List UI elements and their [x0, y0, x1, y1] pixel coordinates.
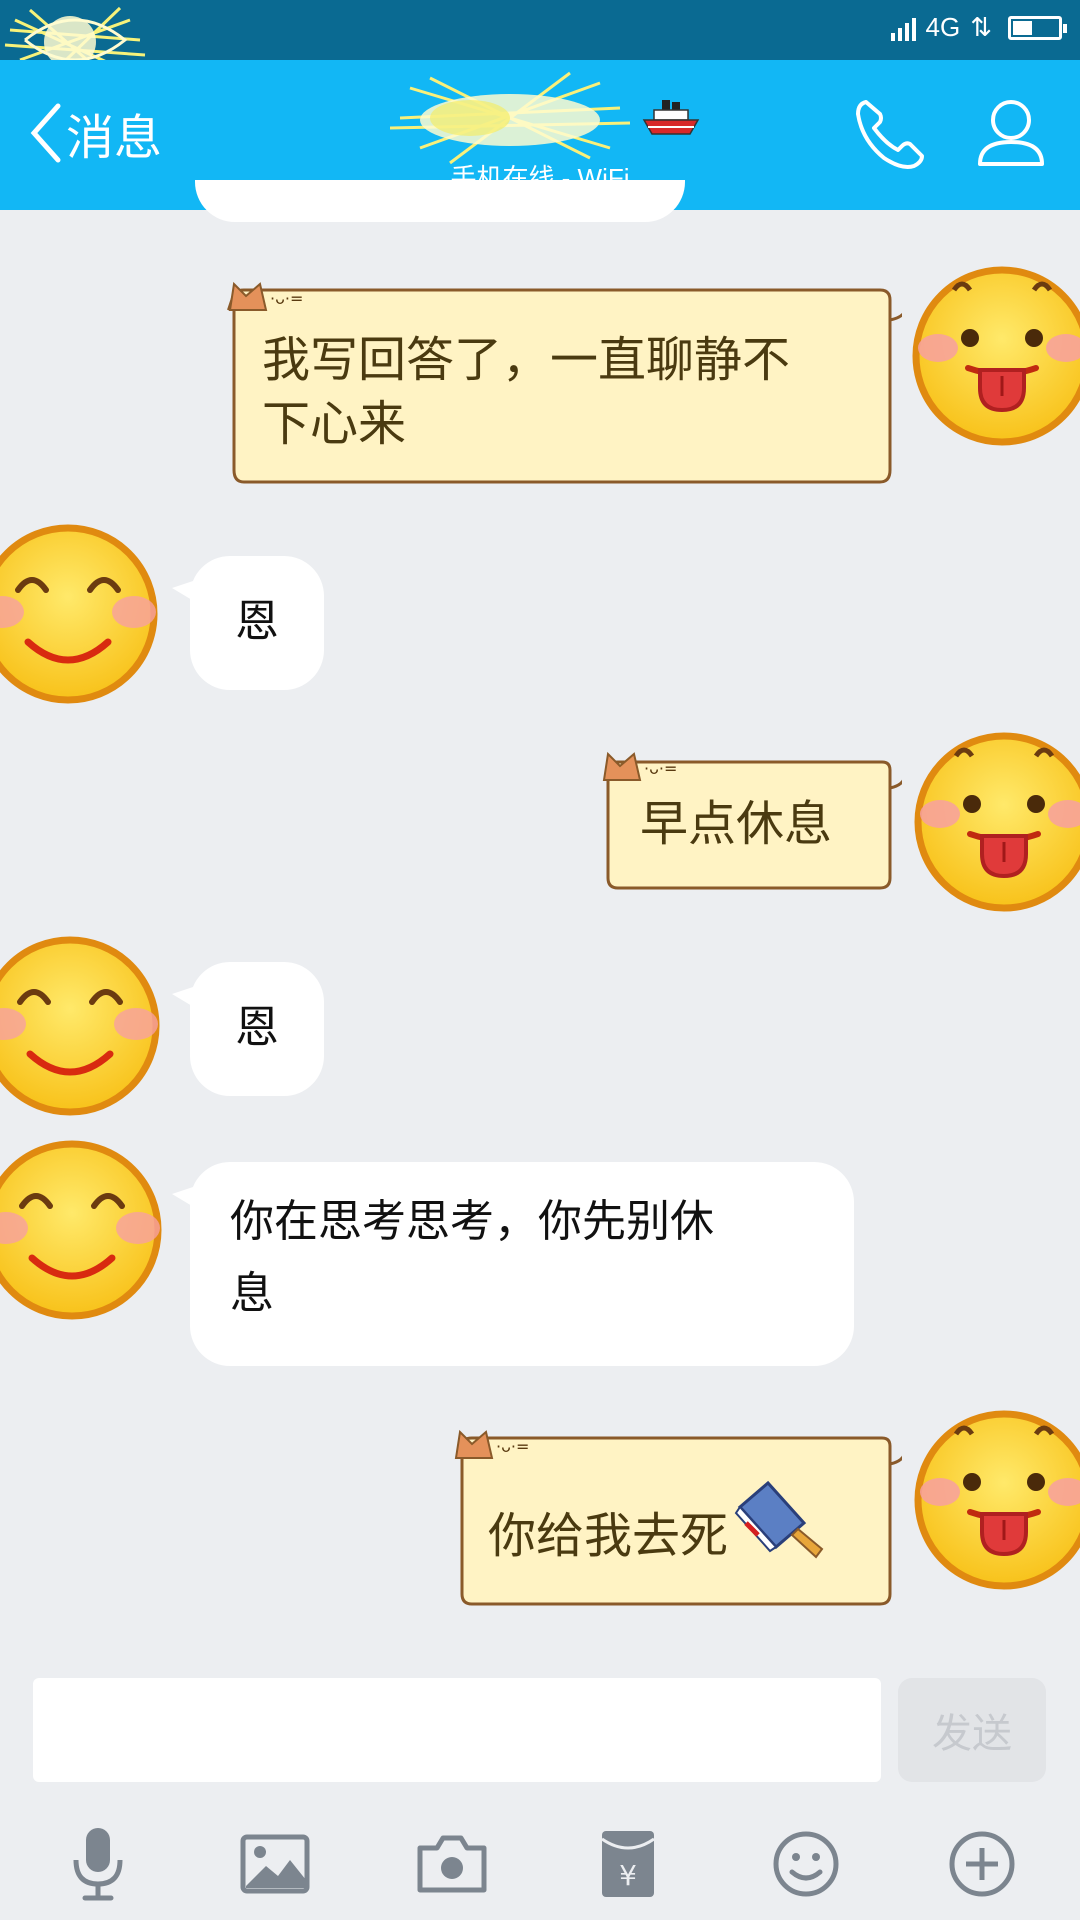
more-button[interactable]	[942, 1824, 1022, 1904]
contact-name	[380, 71, 700, 165]
composer: 发送	[0, 1660, 1080, 1790]
mic-icon	[73, 1828, 123, 1901]
profile-button[interactable]	[976, 96, 1046, 172]
outgoing-bubble[interactable]: ·ᴗ·= 你给我去死	[450, 1429, 902, 1612]
back-button[interactable]: 消息	[28, 98, 162, 168]
smiling-emoji-avatar[interactable]	[0, 934, 162, 1118]
previous-bubble-edge	[195, 180, 685, 222]
message-text: 息	[230, 1268, 274, 1319]
chevron-left-icon	[30, 103, 61, 163]
red-packet-button[interactable]: ¥	[588, 1824, 668, 1904]
message-text: 恩	[235, 1002, 279, 1053]
message-text: 你在思考思考，你先别休	[230, 1196, 714, 1247]
voice-button[interactable]	[58, 1824, 138, 1904]
input-toolbar: ¥	[0, 1800, 1080, 1920]
smiling-emoji-avatar[interactable]	[0, 522, 160, 706]
outgoing-bubble[interactable]: ·ᴗ·= 我写回答了，一直聊静不 下心来	[220, 280, 902, 492]
incoming-bubble[interactable]: 你在思考思考，你先别休 息	[172, 1162, 854, 1366]
chat-title[interactable]: 手机在线 - WiFi	[380, 71, 700, 195]
message-text: 我写回答了，一直聊静不	[262, 332, 791, 388]
emoji-icon	[773, 1831, 839, 1897]
ship-icon	[642, 100, 700, 135]
message-text: 下心来	[262, 396, 407, 452]
camera-button[interactable]	[412, 1824, 492, 1904]
message-text: 早点休息	[640, 796, 833, 852]
tongue-out-emoji-avatar[interactable]	[912, 730, 1080, 914]
plus-icon	[949, 1831, 1015, 1897]
person-icon	[978, 100, 1044, 166]
message-text: 恩	[235, 596, 279, 647]
message-text: 你给我去死	[488, 1508, 729, 1564]
redaction-scribble	[390, 71, 630, 165]
incoming-bubble[interactable]: 恩	[172, 962, 324, 1096]
send-button[interactable]: 发送	[898, 1678, 1046, 1782]
svg-text:¥: ¥	[619, 1859, 637, 1892]
back-label: 消息	[66, 110, 163, 166]
image-button[interactable]	[235, 1824, 315, 1904]
tongue-out-emoji-avatar[interactable]	[910, 264, 1080, 448]
tongue-out-emoji-avatar[interactable]	[912, 1408, 1080, 1592]
emoji-button[interactable]	[766, 1824, 846, 1904]
red-packet-icon: ¥	[601, 1831, 655, 1897]
smiling-emoji-avatar[interactable]	[0, 1138, 164, 1322]
image-icon	[240, 1834, 310, 1894]
cleaver-icon	[734, 1480, 824, 1559]
battery-icon	[1008, 15, 1067, 40]
outgoing-bubble[interactable]: ·ᴗ·= 早点休息	[596, 751, 902, 896]
call-button[interactable]	[852, 94, 930, 176]
network-label: 4G	[925, 12, 961, 42]
camera-icon	[417, 1835, 487, 1893]
message-input[interactable]	[33, 1678, 881, 1782]
status-bar: 4G ⇅	[0, 0, 1080, 87]
signal-icon	[890, 15, 916, 41]
data-arrows-icon: ⇅	[970, 12, 992, 42]
phone-icon	[856, 100, 924, 169]
incoming-bubble[interactable]: 恩	[172, 556, 324, 690]
